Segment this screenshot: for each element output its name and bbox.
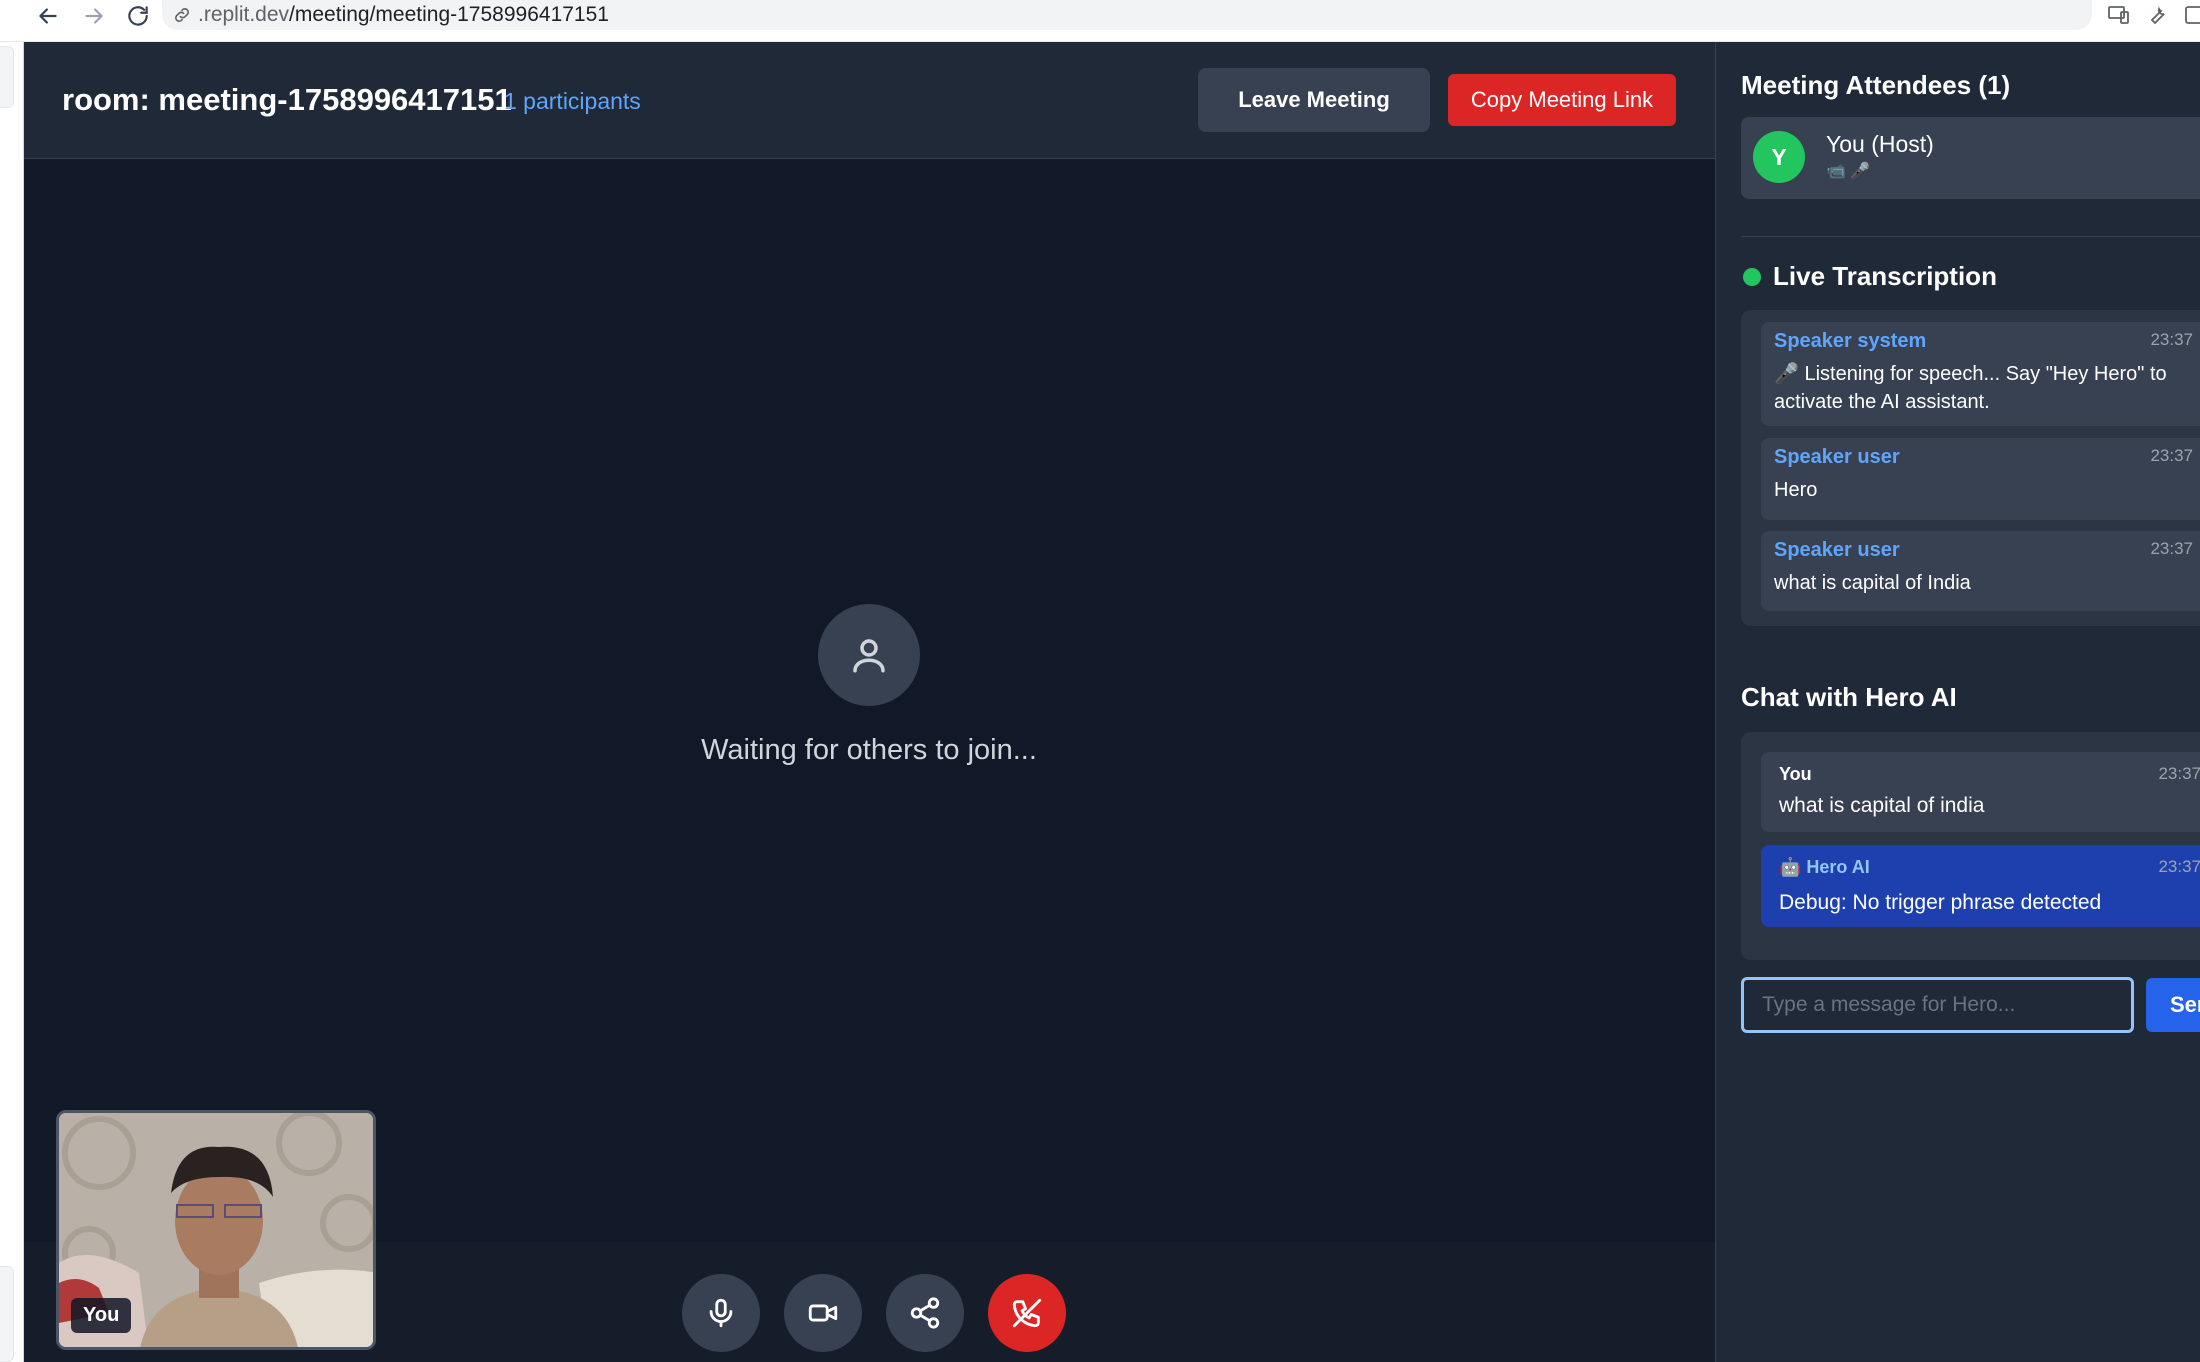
divider	[1741, 236, 2200, 237]
browser-toolbar: .replit.dev/meeting/meeting-175899641715…	[0, 0, 2200, 42]
transcript-speaker: Speaker user	[1774, 539, 1900, 561]
attendee-card: Y You (Host) 📹 🎤	[1741, 117, 2200, 199]
self-video-tile: You	[56, 1110, 376, 1350]
transcript-time: 23:37	[2150, 330, 2193, 349]
share-icon	[910, 1297, 940, 1329]
devices-icon[interactable]	[2104, 2, 2134, 28]
chat-sender: 🤖 Hero AI	[1779, 857, 1870, 877]
chat-heading: Chat with Hero AI	[1741, 682, 1957, 712]
attendee-media-status: 📹 🎤	[1826, 163, 1871, 180]
user-icon	[853, 639, 885, 673]
gutter-tab-bottom	[0, 1266, 14, 1362]
reload-icon[interactable]	[118, 0, 158, 32]
back-arrow-icon[interactable]	[28, 0, 68, 32]
transcript-text: 🎤 Listening for speech... Say "Hey Hero"…	[1774, 363, 2167, 413]
transcript-time: 23:37	[2150, 446, 2193, 465]
end-call-button[interactable]	[988, 1274, 1066, 1352]
chat-message-input[interactable]	[1741, 977, 2134, 1033]
link-icon	[175, 8, 189, 22]
room-title: room: meeting-1758996417151	[62, 82, 512, 117]
url-host: .replit.dev	[198, 3, 290, 26]
share-button[interactable]	[886, 1274, 964, 1352]
avatar: Y	[1753, 131, 1805, 183]
transcript-item: Speaker system 23:37 🎤 Listening for spe…	[1761, 322, 2200, 426]
forward-arrow-icon[interactable]	[74, 0, 114, 32]
transcript-speaker: Speaker user	[1774, 446, 1900, 468]
end-call-icon	[1012, 1298, 1042, 1328]
microphone-icon	[709, 1298, 733, 1328]
transcript-time: 23:37	[2150, 539, 2193, 558]
chat-text: what is capital of india	[1779, 794, 1985, 817]
meeting-header: room: meeting-1758996417151 1 participan…	[24, 42, 1715, 159]
meeting-main-area: room: meeting-1758996417151 1 participan…	[24, 42, 1715, 1362]
self-label: You	[71, 1298, 132, 1333]
send-button[interactable]: Send	[2146, 978, 2200, 1032]
address-bar[interactable]: .replit.dev/meeting/meeting-175899641715…	[162, 0, 2092, 30]
chat-time: 23:37	[2158, 857, 2200, 876]
browser-side-gutter	[0, 42, 24, 1362]
meeting-app: room: meeting-1758996417151 1 participan…	[24, 42, 2200, 1362]
transcription-heading: Live Transcription	[1773, 261, 1997, 291]
transcript-item: Speaker user 23:37 what is capital of In…	[1761, 531, 2200, 611]
placeholder-avatar	[818, 604, 920, 706]
copy-meeting-link-button[interactable]: Copy Meeting Link	[1448, 74, 1676, 126]
gutter-tab-top	[0, 46, 14, 108]
participants-count[interactable]: 1 participants	[504, 88, 641, 115]
transcript-item: Speaker user 23:37 Hero	[1761, 438, 2200, 520]
live-indicator-icon	[1743, 268, 1761, 286]
meeting-sidebar: Meeting Attendees (1) Y You (Host) 📹 🎤 L…	[1715, 42, 2200, 1362]
chat-message: You 23:37 what is capital of india	[1761, 752, 2200, 832]
transcript-text: what is capital of India	[1774, 572, 1971, 594]
leave-meeting-button[interactable]: Leave Meeting	[1198, 68, 1430, 132]
waiting-message: Waiting for others to join...	[701, 734, 1037, 766]
chat-time: 23:37	[2158, 764, 2200, 783]
chat-sender: You	[1779, 764, 1812, 784]
video-camera-icon	[808, 1304, 838, 1322]
camera-button[interactable]	[784, 1274, 862, 1352]
transcript-speaker: Speaker system	[1774, 330, 1927, 352]
microphone-button[interactable]	[682, 1274, 760, 1352]
chat-text: Debug: No trigger phrase detected	[1779, 891, 2102, 914]
wrench-icon[interactable]	[2142, 2, 2172, 28]
attendees-heading: Meeting Attendees (1)	[1741, 70, 2011, 100]
url-path: /meeting/meeting-1758996417151	[289, 3, 609, 26]
window-icon[interactable]	[2180, 2, 2200, 28]
attendee-name: You (Host)	[1826, 131, 1934, 157]
transcript-text: Hero	[1774, 479, 1818, 501]
chat-message-ai: 🤖 Hero AI 23:37 Debug: No trigger phrase…	[1761, 845, 2200, 927]
